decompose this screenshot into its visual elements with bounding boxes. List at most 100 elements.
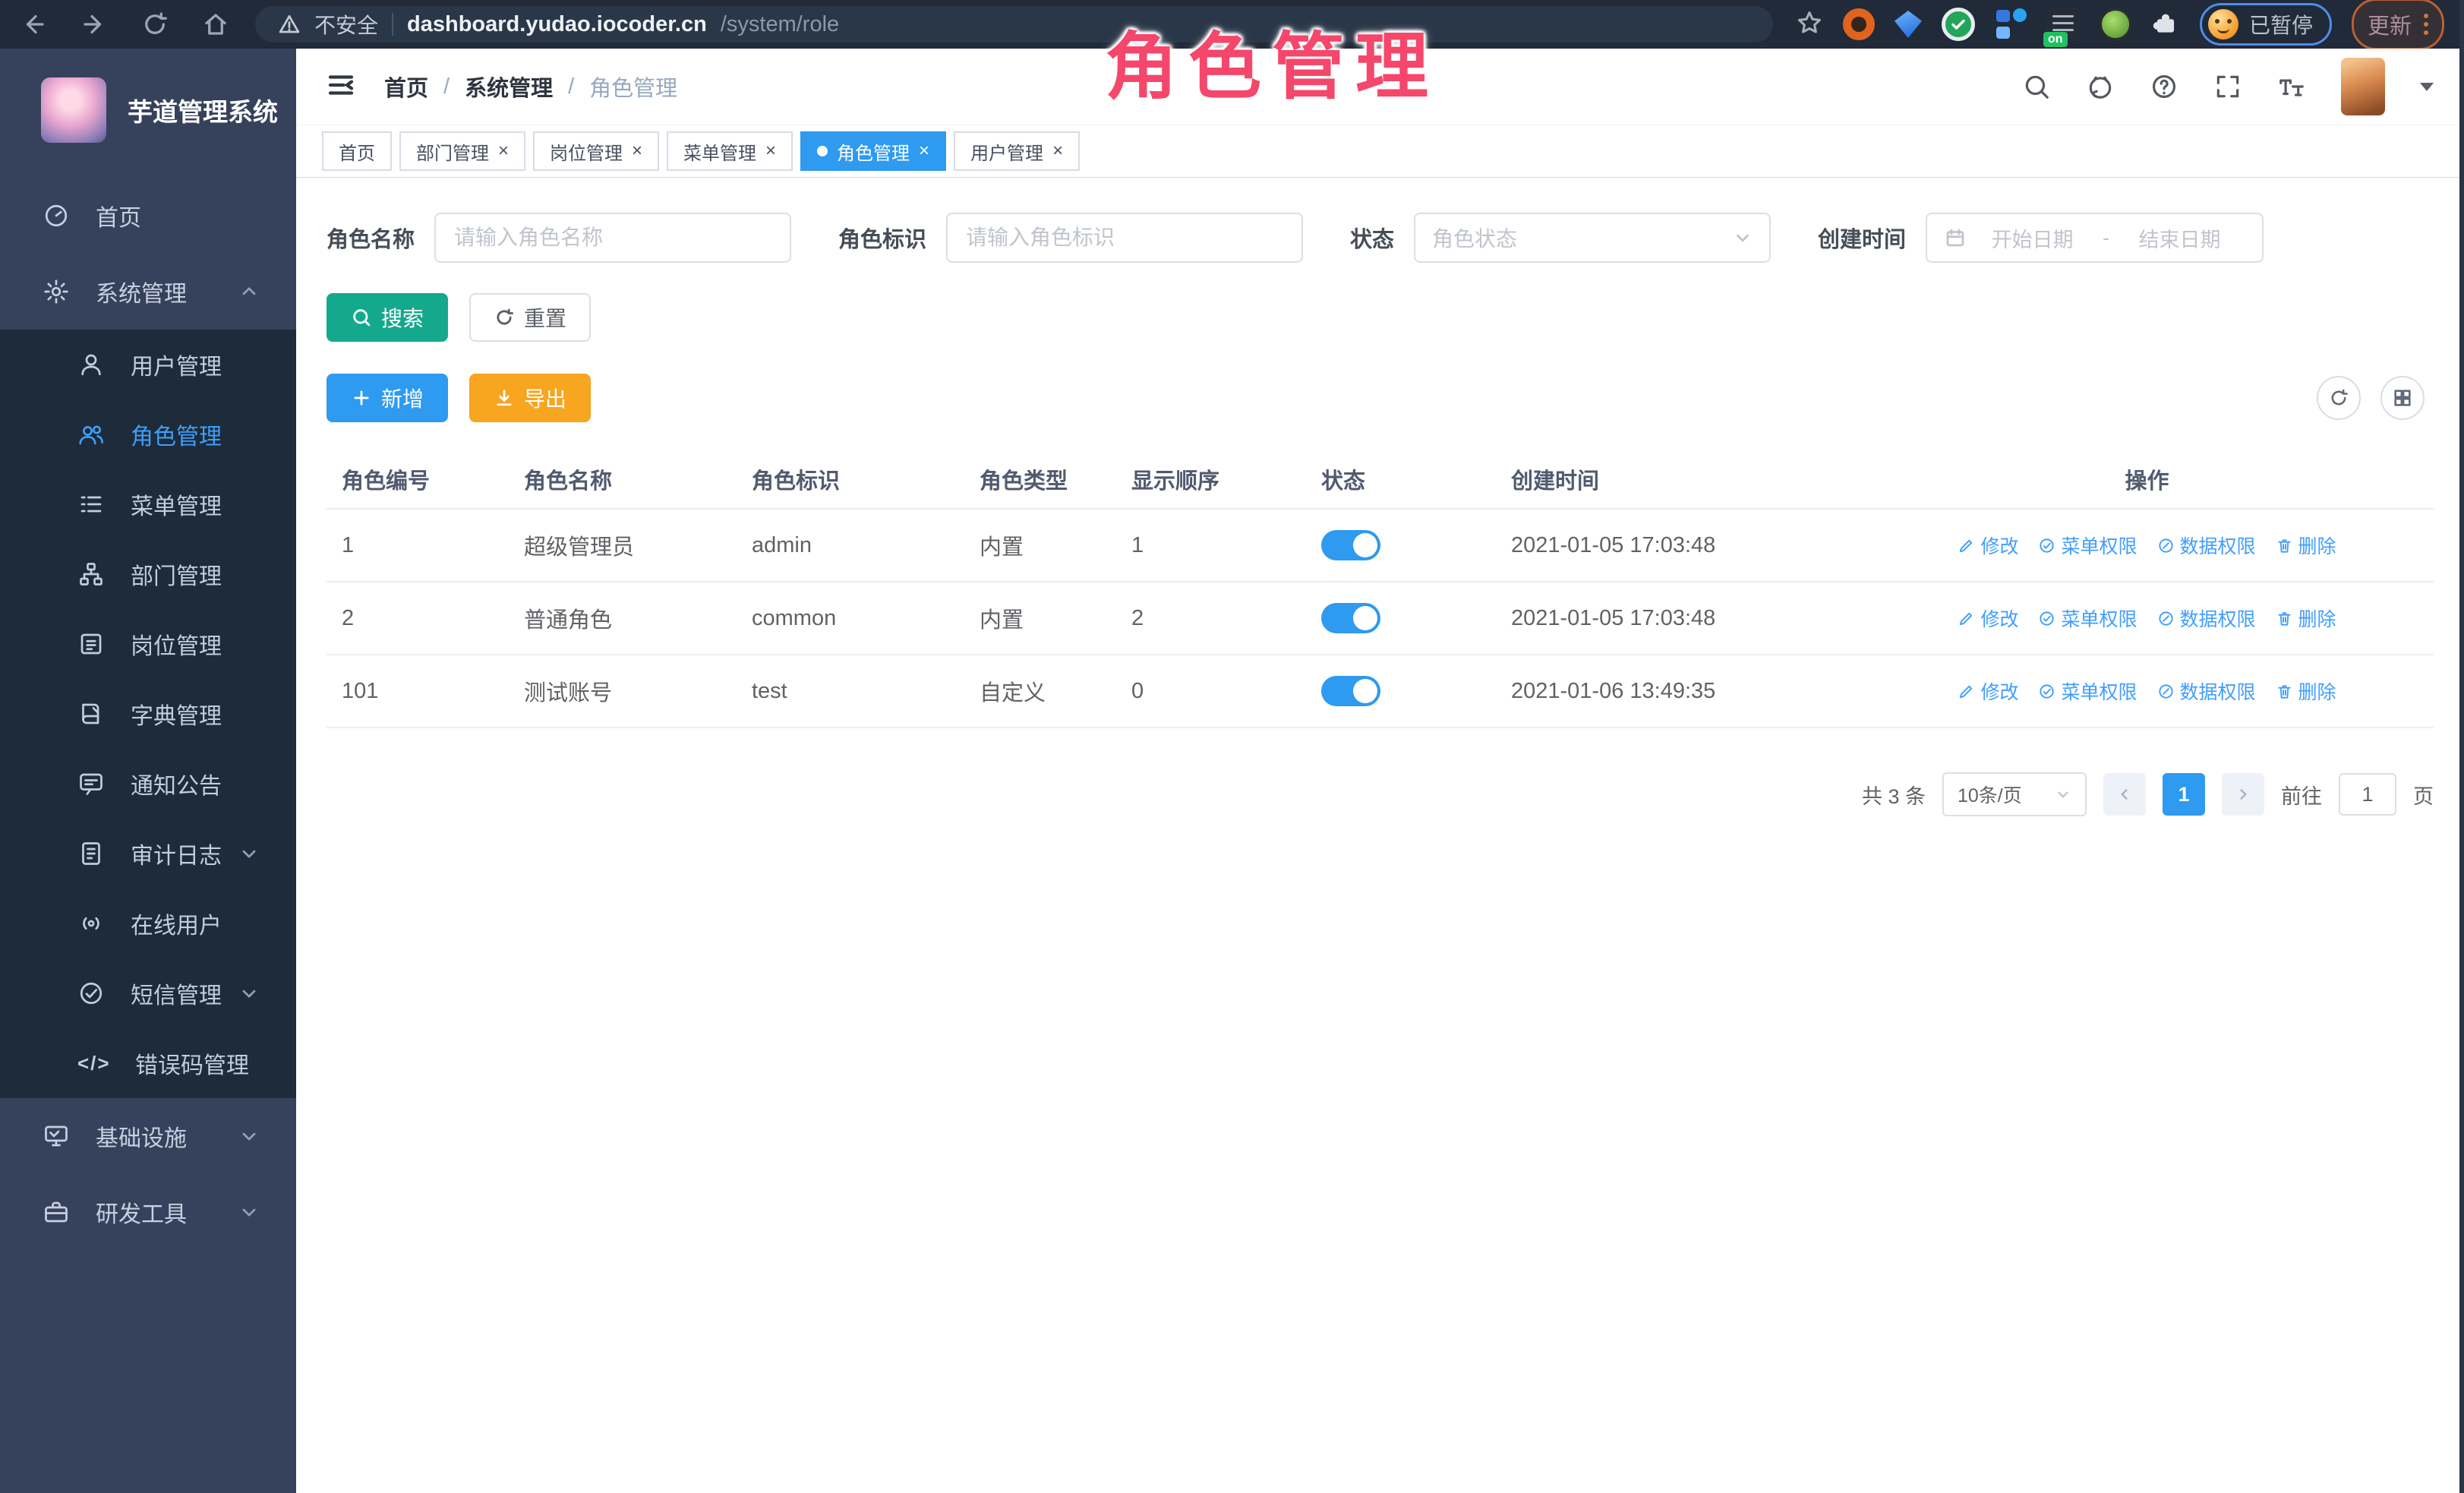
edit-link[interactable]: 修改 xyxy=(1958,532,2018,559)
search-icon[interactable] xyxy=(2022,72,2051,101)
data-permission-link[interactable]: 数据权限 xyxy=(2157,604,2256,632)
extension-orange-icon[interactable] xyxy=(1843,8,1875,40)
breadcrumb-section[interactable]: 系统管理 xyxy=(465,71,553,103)
status-toggle[interactable] xyxy=(1321,530,1380,560)
column-settings-button[interactable] xyxy=(2380,376,2425,420)
help-icon[interactable] xyxy=(2150,72,2178,101)
current-page-button[interactable]: 1 xyxy=(2163,773,2205,816)
extensions-puzzle-icon[interactable] xyxy=(2151,8,2180,41)
profile-paused-chip[interactable]: 已暂停 xyxy=(2200,3,2332,46)
extension-list-icon[interactable]: on xyxy=(2046,8,2080,41)
sidebar-item-label: 在线用户 xyxy=(131,907,222,940)
sidebar-item-menus[interactable]: 菜单管理 xyxy=(0,469,296,539)
reload-icon[interactable] xyxy=(141,11,169,38)
delete-link[interactable]: 删除 xyxy=(2276,604,2336,632)
sidebar-item-audit-log[interactable]: 审计日志 xyxy=(0,819,296,889)
menu-permission-link[interactable]: 菜单权限 xyxy=(2038,677,2137,705)
role-name-input[interactable] xyxy=(434,213,791,263)
search-button[interactable]: 搜索 xyxy=(327,293,448,342)
avatar[interactable] xyxy=(2341,58,2385,115)
fullscreen-icon[interactable] xyxy=(2213,72,2242,101)
avatar-caret-icon[interactable] xyxy=(2420,83,2434,91)
sidebar-item-infrastructure[interactable]: 基础设施 xyxy=(0,1098,296,1174)
hamburger-icon[interactable] xyxy=(325,69,357,105)
chevron-right-icon xyxy=(2235,786,2251,803)
tab-roles[interactable]: 角色管理 × xyxy=(800,131,946,171)
status-toggle[interactable] xyxy=(1321,676,1380,706)
close-icon[interactable]: × xyxy=(1052,142,1063,160)
sidebar-item-departments[interactable]: 部门管理 xyxy=(0,539,296,609)
users-icon xyxy=(77,421,105,448)
extension-monkey-icon[interactable] xyxy=(2100,8,2131,40)
font-size-icon[interactable] xyxy=(2277,72,2306,101)
extension-grid-icon[interactable] xyxy=(1995,8,2027,40)
url-divider xyxy=(392,13,393,36)
extension-check-icon[interactable] xyxy=(1942,8,1975,41)
browser-menu-icon[interactable] xyxy=(2424,14,2428,35)
sidebar-item-error-codes[interactable]: </> 错误码管理 xyxy=(0,1028,296,1098)
page-size-select[interactable]: 10条/页 xyxy=(1942,772,2087,816)
profile-emoji-icon xyxy=(2208,9,2238,39)
tab-home[interactable]: 首页 xyxy=(322,131,392,171)
list-icon xyxy=(77,491,105,518)
home-icon[interactable] xyxy=(202,11,229,38)
edit-link[interactable]: 修改 xyxy=(1958,677,2018,705)
close-icon[interactable]: × xyxy=(765,142,776,160)
github-icon[interactable] xyxy=(2086,72,2115,101)
chrome-update-button[interactable]: 更新 xyxy=(2352,0,2444,50)
close-icon[interactable]: × xyxy=(632,142,642,160)
delete-link[interactable]: 删除 xyxy=(2276,532,2336,559)
breadcrumb-separator: / xyxy=(443,74,450,99)
close-icon[interactable]: × xyxy=(498,142,509,160)
sidebar-item-roles[interactable]: 角色管理 xyxy=(0,399,296,469)
tab-departments[interactable]: 部门管理 × xyxy=(399,131,525,171)
sidebar-item-dev-tools[interactable]: 研发工具 xyxy=(0,1174,296,1250)
export-button[interactable]: 导出 xyxy=(469,374,591,422)
status-toggle[interactable] xyxy=(1321,603,1380,633)
refresh-table-button[interactable] xyxy=(2317,376,2361,420)
menu-permission-link[interactable]: 菜单权限 xyxy=(2038,532,2137,559)
edit-link[interactable]: 修改 xyxy=(1958,604,2018,632)
sidebar-item-online-users[interactable]: 在线用户 xyxy=(0,889,296,958)
back-icon[interactable] xyxy=(20,11,47,38)
extension-gem-icon[interactable] xyxy=(1895,11,1922,38)
tab-users[interactable]: 用户管理 × xyxy=(954,131,1080,171)
date-range-picker[interactable]: 开始日期 - 结束日期 xyxy=(1926,213,2264,263)
next-page-button[interactable] xyxy=(2222,773,2264,816)
row-actions: 修改 菜单权限 数据权限 删除 xyxy=(1860,604,2434,632)
reset-button[interactable]: 重置 xyxy=(469,293,591,342)
address-bar[interactable]: 不安全 dashboard.yudao.iocoder.cn /system/r… xyxy=(255,6,1773,43)
pencil-icon xyxy=(1958,537,1975,554)
breadcrumb-home[interactable]: 首页 xyxy=(384,71,428,103)
sidebar-item-label: 菜单管理 xyxy=(131,488,222,521)
cell-role-key: test xyxy=(737,655,964,728)
role-key-input[interactable] xyxy=(946,213,1303,263)
tab-bar: 首页 部门管理 × 岗位管理 × 菜单管理 × 角色管理 × xyxy=(296,125,2464,178)
forward-icon[interactable] xyxy=(80,11,108,38)
data-permission-link[interactable]: 数据权限 xyxy=(2157,677,2256,705)
col-status: 状态 xyxy=(1306,450,1496,509)
sidebar-item-sms[interactable]: 短信管理 xyxy=(0,958,296,1028)
sidebar-item-posts[interactable]: 岗位管理 xyxy=(0,609,296,679)
app-logo[interactable]: 芋道管理系统 xyxy=(0,49,296,178)
col-role-type: 角色类型 xyxy=(964,450,1116,509)
sidebar-item-home[interactable]: 首页 xyxy=(0,178,296,254)
status-select[interactable]: 角色状态 xyxy=(1414,213,1771,263)
cell-role-name: 超级管理员 xyxy=(509,509,737,582)
sidebar-item-system[interactable]: 系统管理 xyxy=(0,254,296,330)
goto-page-input[interactable] xyxy=(2339,773,2396,816)
bookmark-star-icon[interactable] xyxy=(1796,9,1823,40)
close-icon[interactable]: × xyxy=(919,142,929,160)
prev-page-button[interactable] xyxy=(2103,773,2146,816)
sidebar-item-dictionary[interactable]: 字典管理 xyxy=(0,679,296,749)
sidebar-item-notices[interactable]: 通知公告 xyxy=(0,749,296,819)
menu-permission-link[interactable]: 菜单权限 xyxy=(2038,604,2137,632)
delete-link[interactable]: 删除 xyxy=(2276,677,2336,705)
search-icon xyxy=(351,307,372,328)
data-permission-link[interactable]: 数据权限 xyxy=(2157,532,2256,559)
sidebar-item-users[interactable]: 用户管理 xyxy=(0,330,296,399)
add-button[interactable]: 新增 xyxy=(327,374,448,422)
tab-menus[interactable]: 菜单管理 × xyxy=(667,131,793,171)
sidebar: 芋道管理系统 首页 系统管理 用户管理 xyxy=(0,49,296,1493)
tab-posts[interactable]: 岗位管理 × xyxy=(533,131,659,171)
